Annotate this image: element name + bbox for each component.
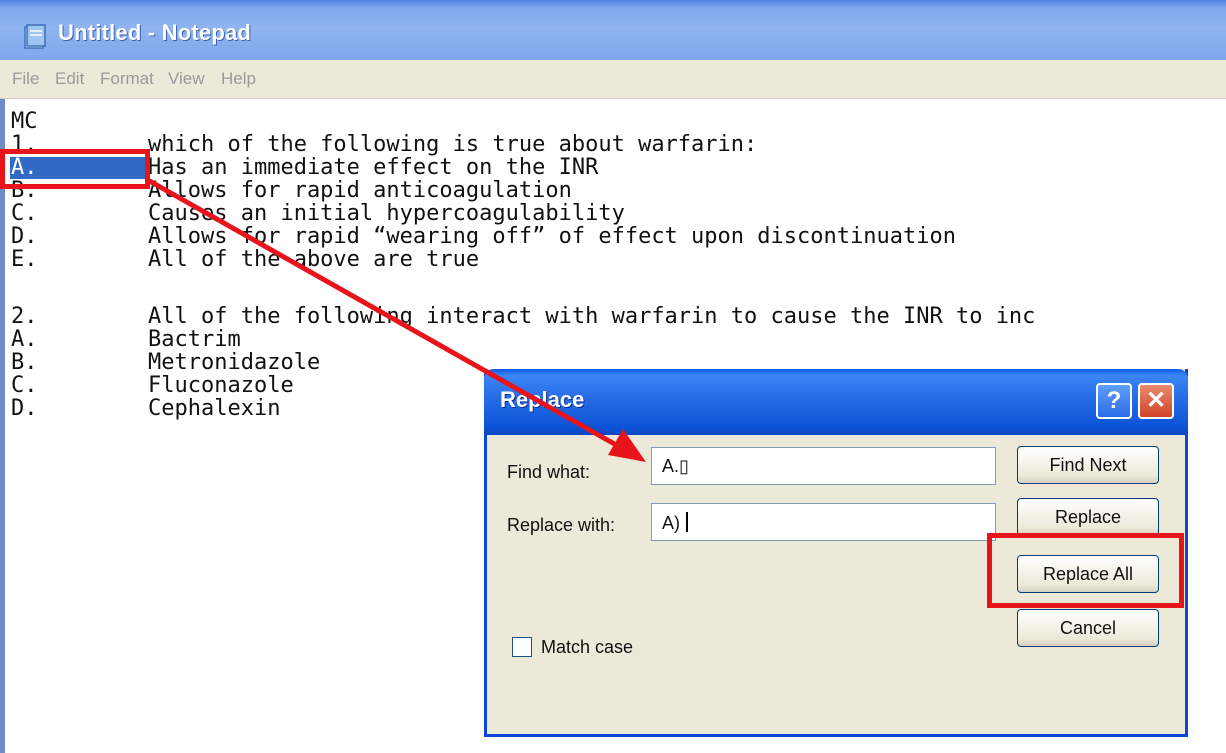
line-text: Allows for rapid anticoagulation [148, 178, 572, 203]
menu-edit[interactable]: Edit [55, 69, 84, 89]
window-left-border [0, 99, 5, 753]
find-what-value: A.▯ [662, 456, 689, 476]
text-cursor [686, 512, 688, 532]
menu-view[interactable]: View [168, 69, 205, 89]
line-text: Fluconazole [148, 373, 294, 398]
cancel-button[interactable]: Cancel [1017, 609, 1159, 647]
line-label: C. [11, 373, 38, 398]
line-label: MC [11, 109, 38, 134]
find-next-button[interactable]: Find Next [1017, 446, 1159, 484]
close-button[interactable]: ✕ [1138, 383, 1174, 419]
line-label: D. [11, 224, 38, 249]
line-text: All of the following interact with warfa… [148, 304, 1036, 329]
line-text: All of the above are true [148, 247, 480, 272]
line-text: Has an immediate effect on the INR [148, 155, 599, 180]
replace-with-input[interactable]: A) [651, 503, 996, 541]
window-title: Untitled - Notepad [58, 20, 252, 45]
line-label: 2. [11, 304, 38, 329]
dialog-titlebar[interactable] [484, 369, 1188, 435]
annotation-highlight-box [0, 149, 150, 189]
match-case-label: Match case [541, 637, 634, 657]
menu-format[interactable]: Format [100, 69, 154, 89]
replace-with-value: A) [662, 513, 680, 533]
line-text: Causes an initial hypercoagulability [148, 201, 625, 226]
notepad-titlebar[interactable]: Untitled - Notepad [0, 0, 1226, 60]
find-what-label: Find what: [507, 462, 591, 482]
line-text: Cephalexin [148, 396, 281, 421]
dialog-title: Replace [500, 387, 585, 412]
line-label: B. [11, 350, 38, 375]
replace-with-label: Replace with: [507, 515, 616, 535]
help-button[interactable]: ? [1096, 383, 1132, 419]
line-text: Bactrim [148, 327, 241, 352]
line-text: Allows for rapid “wearing off” of effect… [148, 224, 956, 249]
match-case-checkbox[interactable] [512, 637, 532, 657]
line-label: A. [11, 327, 38, 352]
menu-file[interactable]: File [12, 69, 39, 89]
line-text: Metronidazole [148, 350, 321, 375]
line-label: E. [11, 247, 38, 272]
replace-button[interactable]: Replace [1017, 498, 1159, 536]
annotation-highlight-box [987, 533, 1184, 608]
line-text: which of the following is true about war… [148, 132, 758, 157]
notepad-icon [24, 24, 46, 49]
line-label: C. [11, 201, 38, 226]
menu-help[interactable]: Help [221, 69, 256, 89]
line-label: D. [11, 396, 38, 421]
menu-bar: File Edit Format View Help [0, 60, 1226, 99]
find-what-input[interactable]: A.▯ [651, 447, 996, 485]
